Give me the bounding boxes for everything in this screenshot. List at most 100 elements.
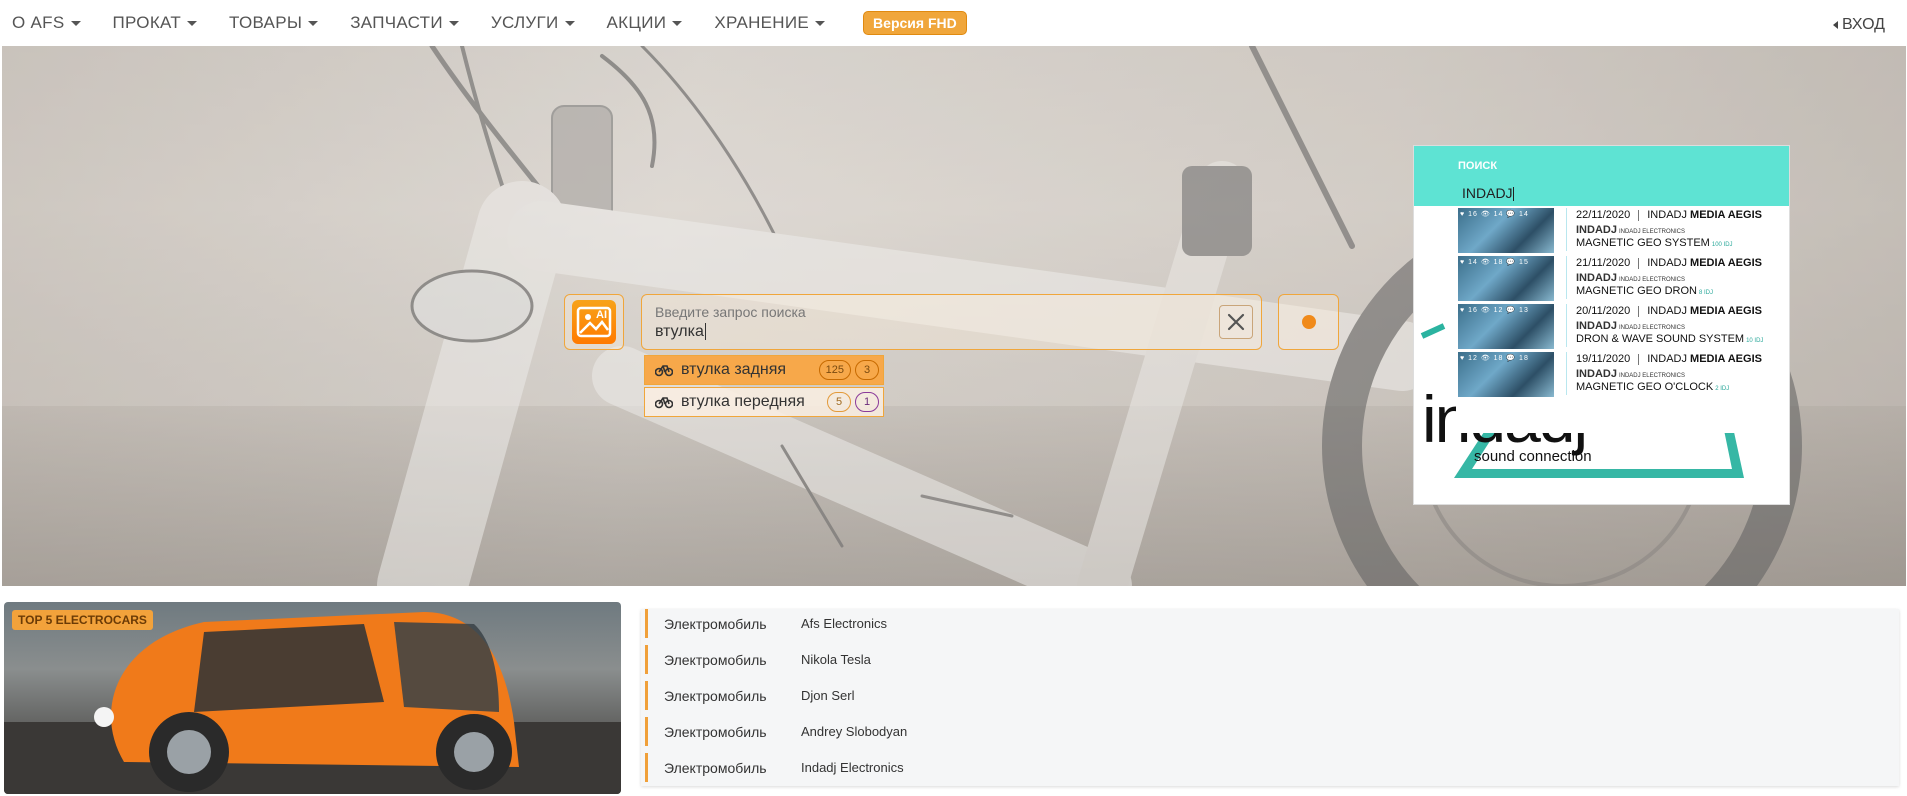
- result-channel-prefix: INDADJ: [1647, 305, 1687, 317]
- widget-search-input[interactable]: INDADJ: [1462, 185, 1514, 201]
- bicycle-icon: [655, 365, 673, 377]
- caret-down-icon: [672, 20, 683, 26]
- thumbnail-stats: ♥ 12 👁 18 💬 18: [1460, 355, 1529, 362]
- car-type: Электромобиль: [664, 651, 767, 668]
- search-input-value[interactable]: втулка: [655, 323, 706, 341]
- car-type: Электромобиль: [664, 687, 767, 704]
- voice-record-button[interactable]: [1278, 294, 1339, 350]
- nav-label: ЗАПЧАСТИ: [350, 13, 443, 32]
- version-fhd-badge[interactable]: Версия FHD: [863, 11, 967, 35]
- nav-label: О AFS: [12, 13, 65, 32]
- caret-down-icon: [564, 20, 575, 26]
- indadj-tagline: sound connection: [1474, 448, 1592, 465]
- divider: [1566, 208, 1567, 251]
- result-date: 19/11/2020: [1576, 353, 1631, 365]
- result-channel: MEDIA AEGIS: [1690, 209, 1762, 221]
- result-date: 22/11/2020: [1576, 209, 1631, 221]
- caret-down-icon: [70, 20, 81, 26]
- result-channel: MEDIA AEGIS: [1690, 353, 1762, 365]
- widget-result-row[interactable]: ♥ 16 👁 12 💬 13 20/11/2020 INDADJ MEDIA AE…: [1456, 302, 1789, 349]
- result-brand: INDADJ INDADJ ELECTRONICS: [1576, 320, 1685, 332]
- car-brand: Djon Serl: [801, 688, 855, 703]
- car-type: Электромобиль: [664, 759, 767, 776]
- nav-item-about[interactable]: О AFS: [12, 13, 81, 33]
- list-item[interactable]: Электромобиль Indadj Electronics: [645, 753, 1045, 782]
- login-link[interactable]: ВХОД: [1832, 16, 1885, 34]
- widget-results-list: ♥ 16 👁 14 💬 14 22/11/2020 INDADJ MEDIA AE…: [1456, 206, 1789, 433]
- result-title: MAGNETIC GEO DRON 8 IDJ: [1576, 285, 1714, 297]
- search-field[interactable]: Введите запрос поиска втулка: [641, 294, 1262, 350]
- bicycle-icon: [655, 397, 673, 409]
- suggestion-item[interactable]: втулка задняя 125 3: [644, 355, 884, 385]
- close-icon: [1227, 313, 1245, 331]
- result-channel-prefix: INDADJ: [1647, 209, 1687, 221]
- indadj-search-widget: ПОИСК INDADJ indadj sound connection ♥ 1…: [1413, 145, 1790, 505]
- login-label: ВХОД: [1841, 16, 1885, 33]
- car-brand: Indadj Electronics: [801, 760, 904, 775]
- list-item[interactable]: Электромобиль Nikola Tesla: [645, 645, 1045, 674]
- suggestion-label: втулка задняя: [681, 361, 787, 378]
- video-thumbnail: ♥ 16 👁 14 💬 14: [1458, 208, 1554, 253]
- result-brand: INDADJ INDADJ ELECTRONICS: [1576, 224, 1685, 236]
- caret-left-icon: [1832, 21, 1838, 29]
- caret-down-icon: [308, 20, 319, 26]
- suggestion-count-badge: 3: [855, 360, 879, 380]
- result-date: 20/11/2020: [1576, 305, 1631, 317]
- result-date-line: 22/11/2020 INDADJ MEDIA AEGIS: [1576, 209, 1762, 221]
- car-brand: Afs Electronics: [801, 616, 887, 631]
- result-date-line: 19/11/2020 INDADJ MEDIA AEGIS: [1576, 353, 1762, 365]
- result-channel: MEDIA AEGIS: [1690, 305, 1762, 317]
- nav-label: ТОВАРЫ: [229, 13, 303, 32]
- top-navbar: О AFS ПРОКАТ ТОВАРЫ ЗАПЧАСТИ УСЛУГИ АКЦИ…: [0, 0, 1907, 46]
- car-brand: Nikola Tesla: [801, 652, 871, 667]
- nav-label: ХРАНЕНИЕ: [714, 13, 810, 32]
- electrocar-list: Электромобиль Afs Electronics Электромоби…: [641, 609, 1899, 786]
- nav-item-goods[interactable]: ТОВАРЫ: [229, 13, 319, 33]
- nav-item-parts[interactable]: ЗАПЧАСТИ: [350, 13, 459, 33]
- result-brand: INDADJ INDADJ ELECTRONICS: [1576, 368, 1685, 380]
- suggestion-count-badge: 125: [818, 360, 851, 380]
- video-thumbnail: ♥ 14 👁 18 💬 15: [1458, 256, 1554, 301]
- result-channel: MEDIA AEGIS: [1690, 257, 1762, 269]
- suggestion-item[interactable]: втулка передняя 5 1: [644, 387, 884, 417]
- result-title: DRON & WAVE SOUND SYSTEM 10 IDJ: [1576, 333, 1764, 345]
- caret-down-icon: [815, 20, 826, 26]
- nav-label: АКЦИИ: [606, 13, 667, 32]
- list-item[interactable]: Электромобиль Djon Serl: [645, 681, 1045, 710]
- widget-result-row[interactable]: ♥ 16 👁 14 💬 14 22/11/2020 INDADJ MEDIA AE…: [1456, 206, 1789, 253]
- nav-item-storage[interactable]: ХРАНЕНИЕ: [714, 13, 826, 33]
- result-brand: INDADJ INDADJ ELECTRONICS: [1576, 272, 1685, 284]
- svg-text:AI: AI: [596, 309, 607, 321]
- thumbnail-stats: ♥ 16 👁 12 💬 13: [1460, 307, 1529, 314]
- widget-result-row[interactable]: ♥ 14 👁 18 💬 15 21/11/2020 INDADJ MEDIA AE…: [1456, 254, 1789, 301]
- car-type: Электромобиль: [664, 615, 767, 632]
- result-title: MAGNETIC GEO SYSTEM 100 IDJ: [1576, 237, 1733, 249]
- result-title: MAGNETIC GEO O'CLOCK 2 IDJ: [1576, 381, 1730, 393]
- electrocar-promo-image[interactable]: TOP 5 ELECTROCARS: [4, 602, 621, 794]
- ai-image-icon: AI: [572, 300, 616, 344]
- divider: [1566, 352, 1567, 395]
- nav-item-services[interactable]: УСЛУГИ: [491, 13, 575, 33]
- widget-result-row[interactable]: ♥ 12 👁 18 💬 18 19/11/2020 INDADJ MEDIA AE…: [1456, 350, 1789, 397]
- list-item[interactable]: Электромобиль Afs Electronics: [645, 609, 1045, 638]
- video-thumbnail: ♥ 12 👁 18 💬 18: [1458, 352, 1554, 397]
- ai-image-search-button[interactable]: AI: [564, 294, 624, 350]
- thumbnail-stats: ♥ 16 👁 14 💬 14: [1460, 211, 1529, 218]
- widget-search-label: ПОИСК: [1458, 160, 1498, 172]
- result-date-line: 20/11/2020 INDADJ MEDIA AEGIS: [1576, 305, 1762, 317]
- nav-label: ПРОКАТ: [112, 13, 182, 32]
- suggestion-label: втулка передняя: [681, 393, 805, 410]
- divider: [1566, 304, 1567, 347]
- result-channel-prefix: INDADJ: [1647, 353, 1687, 365]
- clear-search-button[interactable]: [1219, 305, 1253, 339]
- car-brand: Andrey Slobodyan: [801, 724, 908, 739]
- result-date-line: 21/11/2020 INDADJ MEDIA AEGIS: [1576, 257, 1762, 269]
- nav-item-rental[interactable]: ПРОКАТ: [113, 13, 198, 33]
- widget-header: ПОИСК INDADJ: [1414, 146, 1789, 206]
- record-dot-icon: [1301, 315, 1316, 329]
- nav-label: УСЛУГИ: [490, 13, 559, 32]
- nav-item-promotions[interactable]: АКЦИИ: [607, 13, 683, 33]
- electric-car-illustration: [4, 612, 621, 794]
- list-item[interactable]: Электромобиль Andrey Slobodyan: [645, 717, 1045, 746]
- promo-badge: TOP 5 ELECTROCARS: [12, 610, 153, 630]
